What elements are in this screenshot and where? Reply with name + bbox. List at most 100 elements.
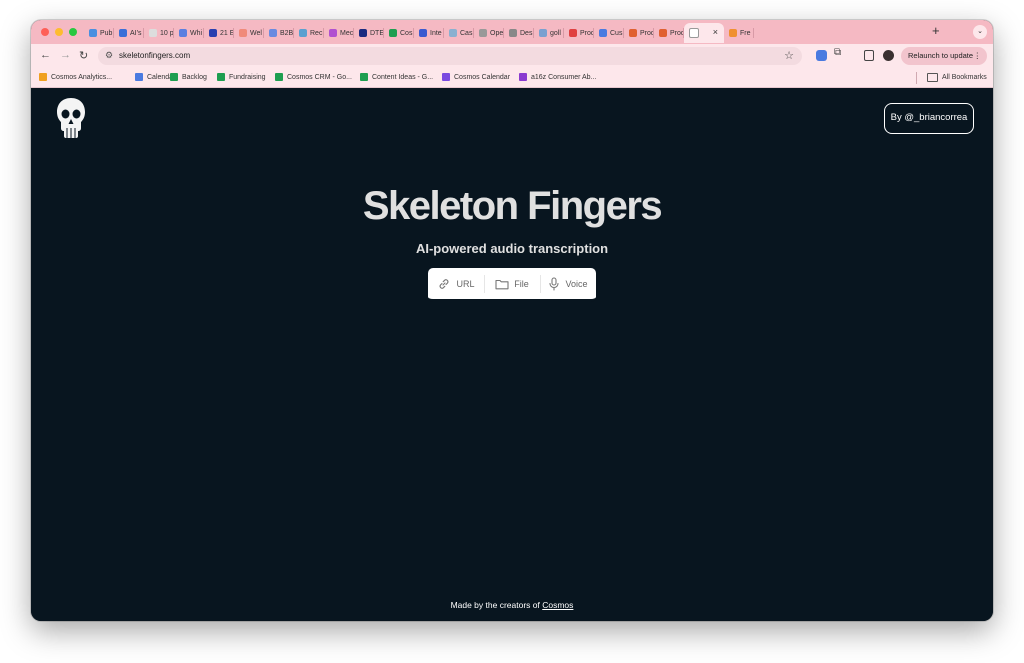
bookmark-item[interactable]: Fundraising (217, 73, 266, 81)
tab-favicon-icon (329, 29, 337, 37)
close-tab-icon[interactable]: × (713, 27, 718, 37)
tab-favicon-icon (209, 29, 217, 37)
relaunch-label: Relaunch to update (908, 51, 974, 60)
bookmark-item[interactable]: Cosmos CRM - Go... (275, 73, 352, 81)
browser-tab[interactable]: Cos (384, 23, 414, 43)
tab-label: 21 E (220, 29, 234, 37)
tab-search-button[interactable]: ⌄ (973, 25, 987, 39)
tab-label: Inte (430, 29, 442, 37)
page-subtitle: AI-powered audio transcription (415, 241, 609, 256)
bookmark-favicon-icon (275, 73, 283, 81)
browser-tab[interactable]: 21 E (204, 23, 234, 43)
tab-favicon-icon (509, 29, 517, 37)
side-panel-icon[interactable] (864, 50, 874, 61)
bookmark-item[interactable]: Content Ideas - G... (360, 73, 433, 81)
back-button[interactable]: ← (40, 49, 51, 61)
browser-tab[interactable]: B2B (264, 23, 294, 43)
browser-tab[interactable]: goll (534, 23, 564, 43)
forward-button[interactable]: → (60, 49, 71, 61)
browser-tab[interactable]: Pub (84, 23, 114, 43)
all-bookmarks-label: All Bookmarks (942, 74, 987, 81)
address-bar[interactable]: ⚙ skeletonfingers.com ☆ (98, 47, 802, 65)
tab-favicon-icon (419, 29, 427, 37)
tab-label: Pub (100, 29, 113, 37)
tab-label: Wel (250, 29, 262, 37)
tab-favicon-icon (359, 29, 367, 37)
bookmark-label: Content Ideas - G... (372, 73, 434, 81)
tab-label: Cus (610, 29, 623, 37)
browser-tab[interactable]: Prod (564, 23, 594, 43)
site-settings-icon[interactable]: ⚙ (105, 50, 113, 61)
tab-favicon-icon (479, 29, 487, 37)
author-link-button[interactable]: By @_briancorrea (884, 103, 974, 134)
bookmark-favicon-icon (135, 73, 143, 81)
browser-tab[interactable]: Cas (444, 23, 474, 43)
browser-tab[interactable]: Fre (724, 23, 754, 43)
tab-label: Fre (740, 29, 751, 37)
voice-mode-label: Voice (565, 278, 588, 289)
all-bookmarks-button[interactable]: All Bookmarks (927, 73, 987, 82)
active-tab[interactable]: × (684, 23, 724, 43)
tab-label: AI's (130, 29, 142, 37)
bookmark-item[interactable]: Cosmos Calendar (442, 73, 510, 81)
extensions-puzzle-icon[interactable]: ⧉ (834, 47, 845, 58)
page-title: Skeleton Fingers (362, 184, 663, 228)
url-mode-label: URL (456, 278, 475, 289)
bookmark-item[interactable]: a16z Consumer Ab... (519, 73, 596, 81)
more-menu-icon[interactable]: ⋮ (974, 47, 982, 65)
reload-button[interactable]: ↻ (79, 49, 88, 62)
bookmark-label: Fundraising (229, 73, 266, 81)
maximize-window-button[interactable] (69, 28, 77, 36)
bookmark-label: Cosmos Analytics... (51, 73, 113, 81)
bookmark-favicon-icon (170, 73, 178, 81)
skull-favicon-icon (689, 28, 699, 38)
bookmark-favicon-icon (217, 73, 225, 81)
tab-favicon-icon (729, 29, 737, 37)
tab-favicon-icon (239, 29, 247, 37)
browser-tab[interactable]: Mec (324, 23, 354, 43)
close-window-button[interactable] (41, 28, 49, 36)
browser-tab[interactable]: Inte (414, 23, 444, 43)
tab-label: Cos (400, 29, 413, 37)
file-mode-button[interactable]: File (484, 268, 540, 299)
tab-label: goll (550, 29, 561, 37)
bookmark-item[interactable]: Backlog (170, 73, 207, 81)
footer: Made by the creators of Cosmos (31, 600, 993, 610)
file-mode-label: File (514, 278, 529, 289)
skull-logo-icon[interactable] (55, 97, 87, 139)
browser-tab[interactable]: Prod (654, 23, 684, 43)
browser-tab[interactable]: Cus (594, 23, 624, 43)
browser-tab[interactable]: DTE (354, 23, 384, 43)
tab-favicon-icon (389, 29, 397, 37)
minimize-window-button[interactable] (55, 28, 63, 36)
bookmark-star-icon[interactable]: ☆ (784, 49, 794, 62)
voice-mode-button[interactable]: Voice (540, 268, 596, 299)
browser-tab[interactable]: AI's (114, 23, 144, 43)
url-text: skeletonfingers.com (119, 51, 191, 60)
browser-tab[interactable]: Ope (474, 23, 504, 43)
browser-tab[interactable]: Des (504, 23, 534, 43)
browser-tab[interactable]: Whi (174, 23, 204, 43)
bookmarks-divider (916, 72, 917, 84)
browser-tab[interactable]: Rec (294, 23, 324, 43)
url-mode-button[interactable]: URL (428, 268, 484, 299)
bookmark-label: Cosmos Calendar (454, 73, 511, 81)
tab-favicon-icon (449, 29, 457, 37)
extension-icon[interactable] (816, 50, 827, 61)
bookmark-favicon-icon (39, 73, 47, 81)
browser-tab[interactable]: Wel (234, 23, 264, 43)
new-tab-button[interactable]: + (932, 23, 940, 38)
microphone-icon (549, 276, 560, 291)
bookmark-favicon-icon (442, 73, 450, 81)
tab-label: Whi (190, 29, 203, 37)
tab-label: Prod (670, 29, 684, 37)
browser-tab[interactable]: 10 p (144, 23, 174, 43)
relaunch-button[interactable]: Relaunch to update ⋮ (901, 47, 987, 65)
browser-tab[interactable]: Prod (624, 23, 654, 43)
cosmos-link[interactable]: Cosmos (542, 600, 573, 610)
profile-avatar[interactable] (883, 50, 894, 61)
bookmark-item[interactable]: Cosmos Analytics... (39, 73, 112, 81)
window-controls (41, 28, 77, 36)
bookmark-label: Backlog (182, 73, 207, 81)
bookmarks-bar: Cosmos Analytics... Calendar Backlog Fundra… (31, 68, 993, 88)
